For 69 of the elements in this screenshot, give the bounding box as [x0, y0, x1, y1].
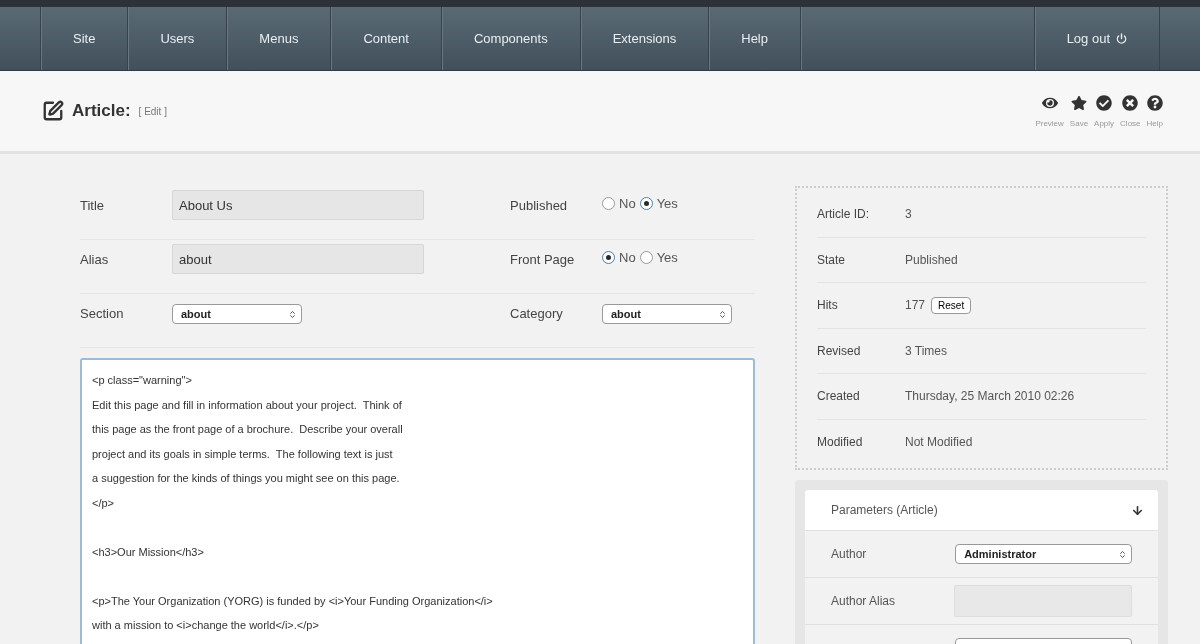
page-subtitle: [ Edit ] — [138, 105, 167, 117]
parameters-title: Parameters (Article) — [831, 503, 938, 517]
radio-label: Yes — [656, 250, 678, 265]
info-value: 3 — [905, 207, 912, 222]
star-icon — [1070, 94, 1087, 111]
updown-icon — [1118, 549, 1127, 559]
info-value: Not Modified — [905, 434, 973, 449]
code-line: with a mission to <i>change the world</i>.</p> — [92, 618, 320, 633]
info-value: 3 Times — [905, 343, 947, 358]
radio-label: Yes — [656, 196, 678, 211]
radio-label: No — [619, 196, 636, 211]
code-line: Edit this page and fill in information about your project. Think of — [92, 397, 403, 413]
info-label: Revised — [817, 343, 862, 358]
radio-label: No — [619, 250, 636, 265]
code-line: <h3>Our Mission</h3> — [92, 544, 205, 560]
page-title: Article: — [72, 101, 131, 121]
logout-link[interactable]: Log out — [1033, 7, 1160, 70]
radio-option[interactable]: No — [602, 196, 636, 211]
radio-option[interactable]: Yes — [639, 250, 678, 265]
field-label: Front Page — [510, 252, 575, 267]
nav-item[interactable]: Menus — [226, 7, 331, 70]
editor-field[interactable] — [80, 358, 755, 644]
close-icon — [1122, 94, 1139, 111]
field-label: Section — [80, 306, 124, 321]
title-input[interactable]: About Us — [172, 190, 424, 220]
radio-button[interactable] — [602, 197, 615, 210]
edit-icon — [42, 100, 64, 122]
help-icon — [1146, 94, 1163, 111]
code-line: <p>The Your Organization (YORG) is funded by <i>Your Funding Organization</i> — [92, 593, 494, 609]
info-label: Created — [817, 389, 861, 404]
code-line: </p> — [92, 495, 116, 511]
nav-item[interactable]: Users — [127, 7, 227, 70]
reset-button[interactable]: Reset — [931, 296, 972, 314]
code-line: project and its goals in simple terms. The following text is just — [92, 446, 394, 462]
nav-item[interactable]: Extensions — [579, 7, 709, 70]
nav-item[interactable]: Content — [330, 7, 441, 70]
info-value: Published — [905, 252, 958, 267]
nav-item[interactable]: Help — [708, 7, 800, 70]
power-icon — [1116, 33, 1127, 44]
nav-item[interactable]: Site — [40, 7, 128, 70]
select-field[interactable]: Administrator — [955, 544, 1132, 564]
field-label: Published — [510, 198, 568, 213]
code-line: this page as the front page of a brochure. Describe your overall — [92, 422, 404, 437]
updown-icon — [288, 309, 297, 319]
code-line: a suggestion for the kinds of things you might see on this page. — [92, 471, 401, 486]
down-arrow-icon — [1131, 503, 1144, 517]
radio-button[interactable] — [602, 251, 615, 264]
info-value: 177 — [905, 298, 926, 313]
radio-button[interactable] — [639, 197, 653, 210]
updown-icon — [718, 309, 727, 319]
info-label: State — [817, 252, 847, 267]
select-field[interactable]: about — [172, 304, 302, 324]
select-field[interactable]: about — [602, 304, 732, 324]
parameters-header[interactable]: Parameters (Article) — [805, 490, 1158, 530]
radio-button[interactable] — [639, 251, 653, 264]
field-label: Title — [80, 198, 105, 213]
info-label: Hits — [817, 298, 839, 313]
info-label: Modified — [817, 434, 864, 449]
info-label: Article ID: — [817, 207, 870, 222]
code-line: <p class="warning"> — [92, 373, 193, 388]
nav-item[interactable]: Components — [440, 7, 580, 70]
field-label: Alias — [80, 252, 109, 267]
param-label: Author Alias — [831, 594, 897, 608]
radio-option[interactable]: Yes — [639, 196, 678, 211]
info-value: Thursday, 25 March 2010 02:26 — [905, 389, 1075, 404]
field-label: Category — [510, 306, 563, 321]
alias-input[interactable]: about — [172, 244, 424, 274]
radio-option[interactable]: No — [602, 250, 636, 265]
param-label: Author — [831, 547, 868, 561]
